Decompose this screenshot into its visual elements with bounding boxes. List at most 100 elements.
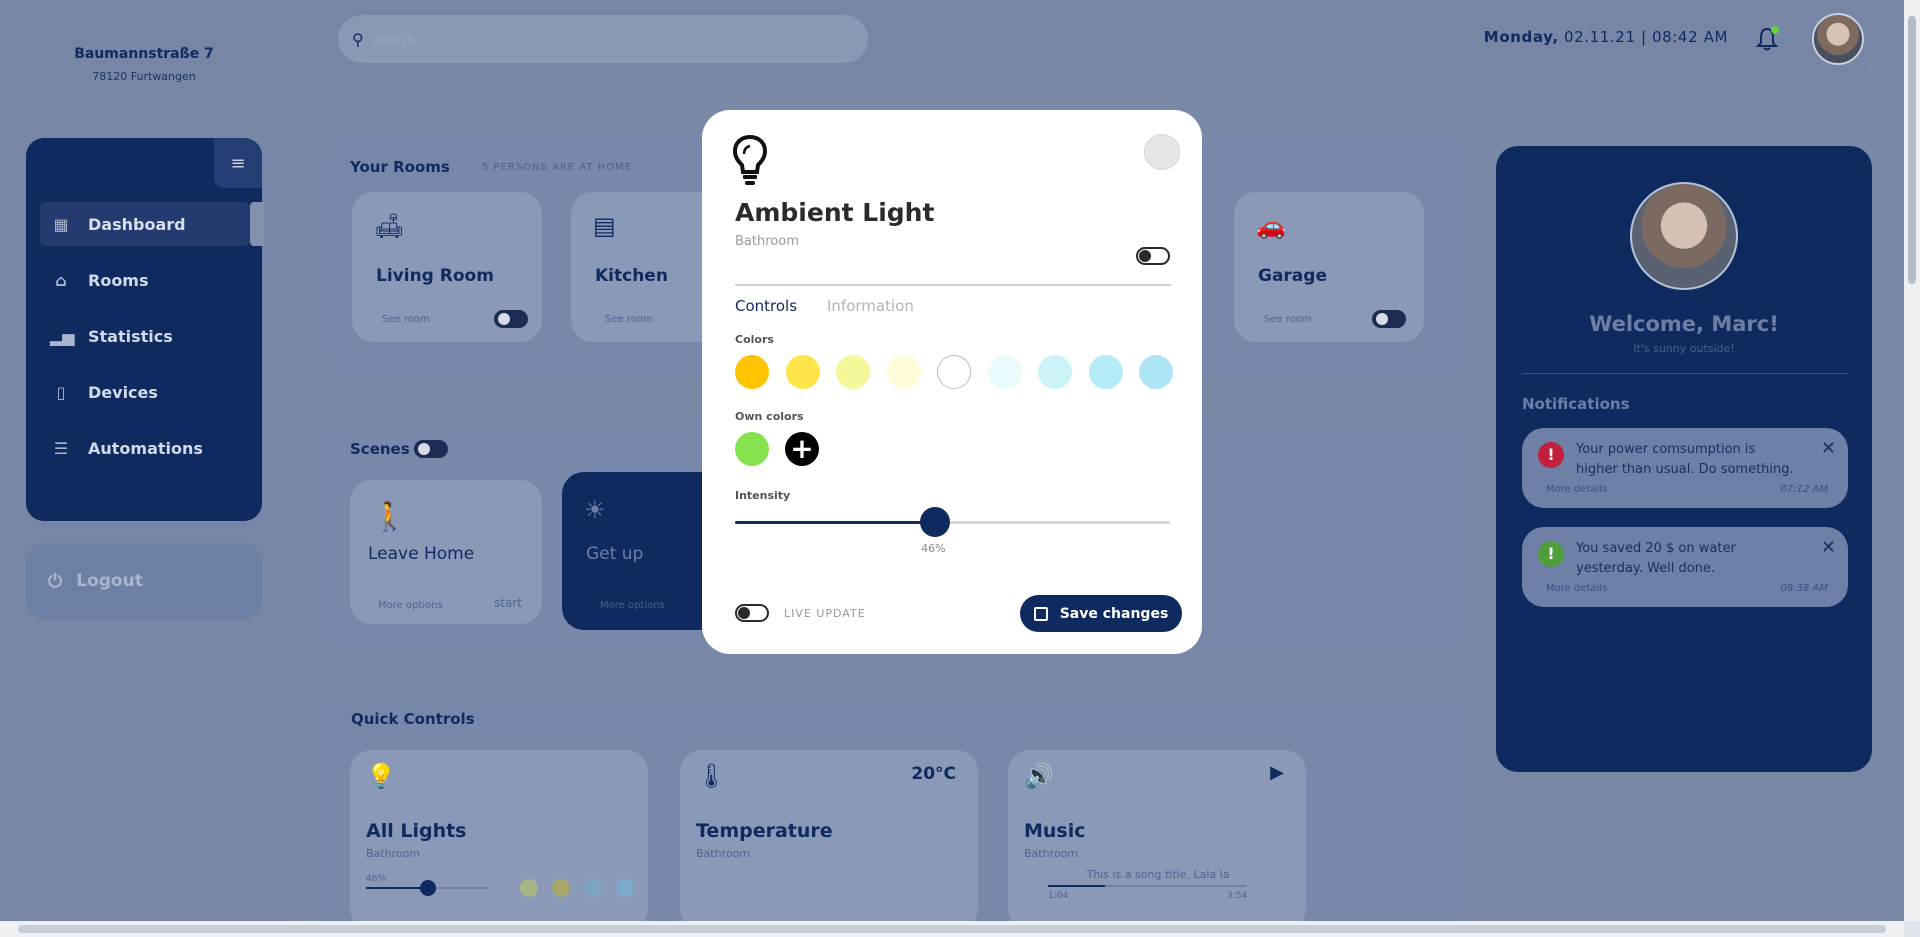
room-toggle[interactable]: [494, 310, 528, 328]
alert-icon: !: [1538, 442, 1564, 468]
song-progress-fill: [1048, 885, 1106, 887]
profile-avatar: [1630, 182, 1738, 290]
bulb-icon: 💡: [366, 762, 396, 790]
rooms-title: Your Rooms: [350, 158, 450, 176]
logout-button[interactable]: ⏻ Logout: [26, 543, 262, 619]
sidebar-item-dashboard[interactable]: ▦ Dashboard: [40, 202, 264, 246]
play-icon[interactable]: ▶: [1270, 762, 1284, 783]
color-swatch[interactable]: [785, 355, 820, 389]
active-indicator: [250, 202, 264, 246]
quick-card-temperature[interactable]: 🌡 20°C Temperature Bathroom: [680, 750, 978, 930]
song-progress[interactable]: [1048, 885, 1246, 887]
vertical-scrollbar[interactable]: [1904, 0, 1920, 921]
intensity-slider[interactable]: [735, 507, 1170, 537]
see-room-link[interactable]: See room: [1264, 314, 1312, 325]
scroll-thumb[interactable]: [18, 925, 1886, 933]
menu-icon[interactable]: ≡: [214, 138, 262, 188]
date-time: Monday, 02.11.21 | 08:42 AM: [1484, 28, 1728, 46]
sidebar-item-label: Devices: [88, 382, 158, 402]
room-card-living[interactable]: 🛋 Living Room See room: [352, 192, 542, 342]
more-options-link[interactable]: More options: [600, 600, 665, 611]
horizontal-scrollbar[interactable]: [0, 921, 1904, 937]
quick-card-room: Bathroom: [696, 847, 751, 860]
address-city: 78120 Furtwangen: [92, 70, 196, 83]
notification-card[interactable]: ! You saved 20 $ on water yesterday. Wel…: [1522, 527, 1848, 607]
scrollbar-corner: [1904, 921, 1920, 937]
sidebar-item-devices[interactable]: ▯ Devices: [40, 370, 250, 414]
sidebar-item-automations[interactable]: ☰ Automations: [40, 426, 250, 470]
more-details-link[interactable]: More details: [1546, 583, 1607, 594]
notification-bell[interactable]: [1755, 26, 1779, 52]
sidebar-item-statistics[interactable]: ▂▅ Statistics: [40, 314, 250, 358]
notification-card[interactable]: ! Your power comsumption is higher than …: [1522, 428, 1848, 508]
thermometer-icon: 🌡: [696, 762, 727, 790]
search-bar[interactable]: ⚲: [338, 15, 868, 63]
notification-time: 07:12 AM: [1780, 484, 1828, 495]
color-swatch[interactable]: [1088, 355, 1123, 389]
logout-label: Logout: [76, 571, 143, 591]
color-dot[interactable]: [584, 879, 602, 897]
room-toggle[interactable]: [1372, 310, 1406, 328]
date-rest: 02.11.21 | 08:42 AM: [1564, 28, 1728, 46]
quick-card-name: Temperature: [696, 820, 833, 842]
add-color-button[interactable]: +: [785, 432, 819, 466]
room-name: Garage: [1258, 266, 1327, 286]
quick-card-music[interactable]: 🔊 ▶ Music Bathroom This is a song title.…: [1008, 750, 1306, 930]
save-changes-button[interactable]: Save changes: [1020, 595, 1182, 632]
tab-controls[interactable]: Controls: [735, 297, 797, 315]
welcome-text: Welcome, Marc!: [1589, 312, 1779, 336]
sidebar-item-rooms[interactable]: ⌂ Rooms: [40, 258, 250, 302]
close-button[interactable]: [1144, 134, 1180, 170]
own-colors-label: Own colors: [735, 410, 804, 423]
user-avatar[interactable]: [1812, 13, 1864, 65]
color-swatch[interactable]: [987, 355, 1022, 389]
color-swatch[interactable]: [1139, 355, 1173, 389]
close-icon[interactable]: ✕: [1821, 438, 1836, 459]
more-options-link[interactable]: More options: [378, 600, 443, 611]
color-swatch[interactable]: [735, 355, 769, 389]
search-icon: ⚲: [352, 29, 364, 49]
walking-icon: 🚶: [372, 500, 407, 533]
close-icon[interactable]: ✕: [1821, 537, 1836, 558]
date-day: Monday,: [1483, 28, 1559, 46]
speaker-icon: 🔊: [1024, 762, 1054, 790]
search-input[interactable]: [373, 32, 814, 46]
more-details-link[interactable]: More details: [1546, 484, 1607, 495]
scroll-thumb[interactable]: [1908, 16, 1916, 284]
see-room-link[interactable]: See room: [382, 314, 430, 325]
power-toggle[interactable]: [1136, 247, 1170, 265]
own-color-swatch[interactable]: [735, 432, 769, 466]
scene-start[interactable]: start: [494, 596, 522, 610]
song-title: This is a song title. Lala la: [1086, 868, 1230, 881]
intensity-slider-thumb[interactable]: [920, 507, 951, 537]
notification-text: You saved 20 $ on water yesterday. Well …: [1576, 541, 1736, 576]
sidebar-item-label: Rooms: [88, 270, 149, 290]
colors-label: Colors: [735, 333, 774, 346]
divider: [735, 284, 1171, 286]
lights-slider-fill: [366, 887, 428, 889]
scene-name: Leave Home: [368, 544, 475, 564]
color-swatch[interactable]: [886, 355, 921, 389]
scenes-toggle[interactable]: [414, 440, 448, 458]
scene-card-leave-home[interactable]: 🚶 Leave Home More options start: [350, 480, 542, 624]
ambient-light-modal: Ambient Light Bathroom Controls Informat…: [702, 110, 1202, 654]
room-card-garage[interactable]: 🚗 Garage See room: [1234, 192, 1424, 342]
tab-information[interactable]: Information: [827, 297, 914, 315]
see-room-link[interactable]: See room: [605, 314, 653, 325]
lights-slider[interactable]: [366, 880, 490, 896]
lights-slider-thumb[interactable]: [420, 880, 436, 896]
quick-card-room: Bathroom: [366, 847, 421, 860]
color-swatch[interactable]: [1038, 355, 1072, 389]
color-swatch[interactable]: [836, 355, 870, 389]
quick-card-lights[interactable]: 💡 All Lights Bathroom 46%: [350, 750, 648, 930]
intensity-label: Intensity: [735, 489, 791, 502]
persons-at-home: 5 PERSONS ARE AT HOME: [482, 162, 633, 173]
live-update-toggle[interactable]: [735, 604, 769, 622]
color-dot[interactable]: [616, 879, 634, 897]
intensity-value: 46%: [921, 542, 946, 555]
color-swatch[interactable]: [937, 355, 971, 389]
save-icon: [1033, 606, 1048, 621]
color-dot[interactable]: [552, 879, 570, 897]
color-dot[interactable]: [520, 879, 538, 897]
room-name: Kitchen: [595, 266, 668, 286]
